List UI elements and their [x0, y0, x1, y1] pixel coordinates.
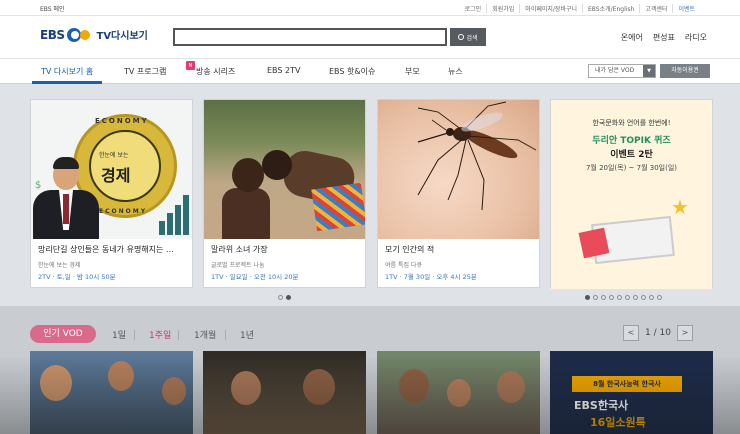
logo-tv-text: TV다시보기	[96, 31, 148, 42]
next-page-button[interactable]: >	[676, 325, 693, 341]
nav-news[interactable]: 뉴스	[448, 66, 463, 77]
ad-slider-dots	[585, 295, 665, 300]
period-1month[interactable]: 1개월	[194, 328, 216, 341]
vod4-line3: 16일소원특	[590, 416, 646, 429]
featured-card[interactable]: ECONOMY ECONOMY 한눈에 보는 경제 $ 망리단길 상인들은 동네…	[30, 99, 193, 288]
divider	[178, 330, 179, 340]
mosquito-thumbnail	[378, 100, 539, 239]
schedule-link[interactable]: 편성표	[648, 32, 680, 43]
my-vod-select-label: 내가 담은 VOD	[595, 67, 635, 74]
quick-links: 온에어 편성표 라디오	[616, 32, 712, 43]
card-program: 글로벌 프로젝트 나눔	[211, 262, 265, 269]
slider-dot[interactable]	[657, 295, 662, 300]
coin-big-text: 경제	[101, 166, 131, 185]
login-link[interactable]: 로그인	[460, 4, 487, 13]
ad-line3: 이벤트 2탄	[610, 150, 653, 160]
popular-vod-label: 인기 VOD	[30, 325, 96, 343]
period-1week[interactable]: 1주일	[149, 328, 171, 341]
divider	[225, 330, 226, 340]
divider	[134, 330, 135, 340]
card-program: 여름 특집 다큐	[385, 262, 422, 269]
nav-series[interactable]: 방송 시리즈	[196, 66, 235, 77]
search-input[interactable]	[173, 28, 447, 46]
slider-dot-active[interactable]	[585, 295, 590, 300]
popular-vod-section: 인기 VOD 1일 1주일 1개월 1년 < 1 / 10 > 8월 한국사능력…	[0, 306, 740, 434]
my-vod-select[interactable]: 내가 담은 VOD ▼	[588, 64, 656, 78]
economy-thumbnail: ECONOMY ECONOMY 한눈에 보는 경제 $	[31, 100, 192, 239]
ad-line4: 7월 20일(목) ~ 7월 30일(일)	[585, 164, 678, 172]
coin-ring-top-text: ECONOMY	[95, 117, 149, 125]
page-indicator: 1 / 10	[645, 328, 671, 338]
header: EBS TV다시보기 검색 온에어 편성표 라디오	[0, 16, 740, 58]
slider-dot[interactable]	[278, 295, 283, 300]
star-icon: ★	[671, 195, 689, 219]
dollar-icon: $	[35, 180, 42, 191]
nav-active-underline	[32, 81, 102, 84]
chevron-down-icon: ▼	[643, 65, 655, 77]
ad-line1: 한국문화와 언어를 한번에!	[592, 119, 671, 127]
main-nav: TV 다시보기 홈 TV 프로그램 N 방송 시리즈 EBS 2TV EBS 핫…	[0, 58, 740, 84]
card-schedule: 2TV · 토,일 · 밤 10시 50분	[38, 273, 116, 281]
ebs-main-link[interactable]: EBS 메인	[40, 4, 65, 13]
mypage-link[interactable]: 마이페이지/장바구니	[519, 4, 582, 13]
malawi-thumbnail	[204, 100, 365, 239]
vod-thumbnail[interactable]: 8월 한국사능력 한국사 EBS한국사 16일소원특	[550, 351, 713, 434]
event-banner[interactable]: 한국문화와 언어를 한번에! 두리안 TOPIK 퀴즈 이벤트 2탄 7월 20…	[550, 99, 713, 289]
slider-dot[interactable]	[593, 295, 598, 300]
event-link[interactable]: 이벤트	[672, 4, 700, 13]
vod4-line1: 8월 한국사능력 한국사	[572, 376, 682, 392]
nav-hot-issue[interactable]: EBS 핫&이슈	[329, 66, 375, 77]
gift-icon	[578, 227, 610, 259]
topik-event-ad: 한국문화와 언어를 한번에! 두리안 TOPIK 퀴즈 이벤트 2탄 7월 20…	[551, 100, 712, 289]
ad-line2: 두리안 TOPIK 퀴즈	[592, 136, 671, 146]
featured-slider-dots	[278, 295, 294, 300]
card-schedule: 1TV · 7월 30일 · 오후 4시 25분	[385, 273, 477, 281]
slider-dot[interactable]	[633, 295, 638, 300]
support-link[interactable]: 고객센터	[639, 4, 672, 13]
slider-dot-active[interactable]	[286, 295, 291, 300]
onair-link[interactable]: 온에어	[616, 32, 648, 43]
ebs-logo[interactable]: EBS TV다시보기	[40, 27, 148, 42]
featured-card[interactable]: 모기 인간의 적 여름 특집 다큐 1TV · 7월 30일 · 오후 4시 2…	[377, 99, 540, 288]
logo-circles-icon	[66, 27, 93, 42]
slider-dot[interactable]	[649, 295, 654, 300]
auto-pass-button[interactable]: 자동이용권	[660, 64, 710, 78]
card-title[interactable]: 망리단길 상인들은 동네가 유명해지는 …	[38, 244, 174, 255]
vod-thumbnail[interactable]	[203, 351, 366, 434]
vod-thumbnail[interactable]	[30, 351, 193, 434]
about-link[interactable]: EBS소개/English	[582, 4, 639, 13]
slider-dot[interactable]	[617, 295, 622, 300]
logo-ebs-text: EBS	[40, 27, 65, 42]
period-1year[interactable]: 1년	[240, 328, 254, 341]
vod4-line2: EBS한국사	[574, 399, 629, 412]
search-icon	[458, 34, 465, 40]
period-1day[interactable]: 1일	[112, 328, 126, 341]
utility-links: 로그인 회원가입 마이페이지/장바구니 EBS소개/English 고객센터 이…	[460, 4, 700, 13]
signup-link[interactable]: 회원가입	[486, 4, 519, 13]
vod-pager: < 1 / 10 >	[623, 325, 693, 341]
mosquito-illustration	[417, 101, 537, 211]
nav-tv-program[interactable]: TV 프로그램	[124, 66, 166, 77]
slider-dot[interactable]	[601, 295, 606, 300]
utility-bar: EBS 메인 로그인 회원가입 마이페이지/장바구니 EBS소개/English…	[0, 0, 740, 16]
featured-card[interactable]: 말라위 소녀 가장 글로벌 프로젝트 나눔 1TV · 일요일 · 오전 10시…	[203, 99, 366, 288]
coin-ring-bottom-text: ECONOMY	[99, 208, 148, 215]
coin-small-text: 한눈에 보는	[99, 152, 129, 159]
nav-parents[interactable]: 부모	[405, 66, 420, 77]
vod-thumbnail[interactable]	[377, 351, 540, 434]
card-title[interactable]: 모기 인간의 적	[385, 244, 434, 255]
new-badge: N	[186, 61, 195, 70]
slider-dot[interactable]	[625, 295, 630, 300]
search-button-label: 검색	[466, 34, 478, 42]
slider-dot[interactable]	[609, 295, 614, 300]
card-schedule: 1TV · 일요일 · 오전 10시 20분	[211, 273, 299, 281]
slider-dot[interactable]	[641, 295, 646, 300]
card-title[interactable]: 말라위 소녀 가장	[211, 244, 268, 255]
card-program: 한눈에 보는 경제	[38, 262, 81, 269]
prev-page-button[interactable]: <	[623, 325, 639, 341]
nav-tv-home[interactable]: TV 다시보기 홈	[41, 66, 93, 77]
radio-link[interactable]: 라디오	[680, 32, 712, 43]
nav-ebs2tv[interactable]: EBS 2TV	[267, 66, 300, 75]
search-button[interactable]: 검색	[450, 28, 486, 46]
